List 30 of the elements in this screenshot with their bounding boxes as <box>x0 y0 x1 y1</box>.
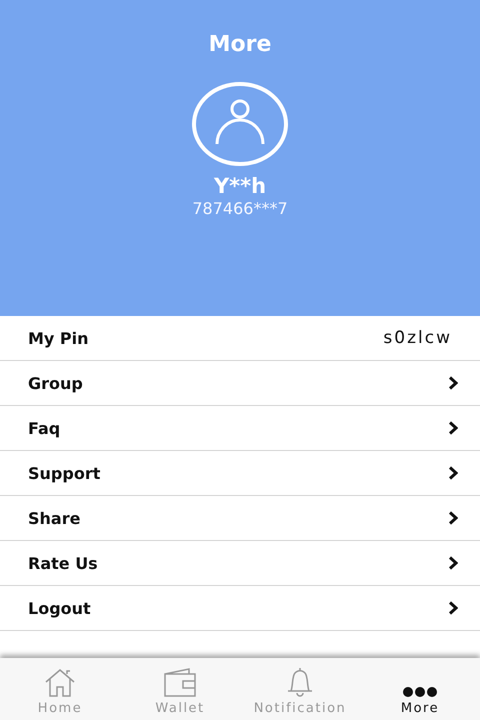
chevron-icon <box>448 376 458 390</box>
home-icon <box>43 668 77 698</box>
user-name: Y**h <box>214 173 266 199</box>
avatar-icon <box>191 81 289 167</box>
chevron-icon <box>448 556 458 570</box>
page-title: More <box>208 32 272 57</box>
menu-label: Faq <box>28 418 60 438</box>
menu-label: Rate Us <box>28 554 98 572</box>
chevron-icon <box>448 511 458 525</box>
bell-icon <box>285 666 315 698</box>
phone-number: 787466***7 <box>192 199 288 219</box>
menu-label: My Pin <box>28 328 89 348</box>
tab-item[interactable]: More <box>360 658 480 720</box>
chevron-icon <box>448 601 458 615</box>
menu-label: Group <box>28 374 83 392</box>
menu-item[interactable]: Share <box>0 496 480 541</box>
chevron-icon <box>448 466 458 480</box>
menu-item[interactable]: My Pin s0zlcw <box>0 316 480 361</box>
wallet-icon <box>163 668 197 698</box>
menu-label: Support <box>28 464 100 482</box>
menu-item[interactable]: Rate Us <box>0 541 480 586</box>
menu-item[interactable]: Logout <box>0 586 480 631</box>
menu-item[interactable]: Support <box>0 451 480 496</box>
more-icon <box>402 686 438 698</box>
menu-item[interactable]: Group <box>0 361 480 406</box>
menu-label: Logout <box>28 598 91 618</box>
menu-item[interactable]: Faq <box>0 406 480 451</box>
pin-value: s0zlcw <box>383 328 452 348</box>
menu-label: Share <box>28 508 80 528</box>
chevron-icon <box>448 421 458 435</box>
